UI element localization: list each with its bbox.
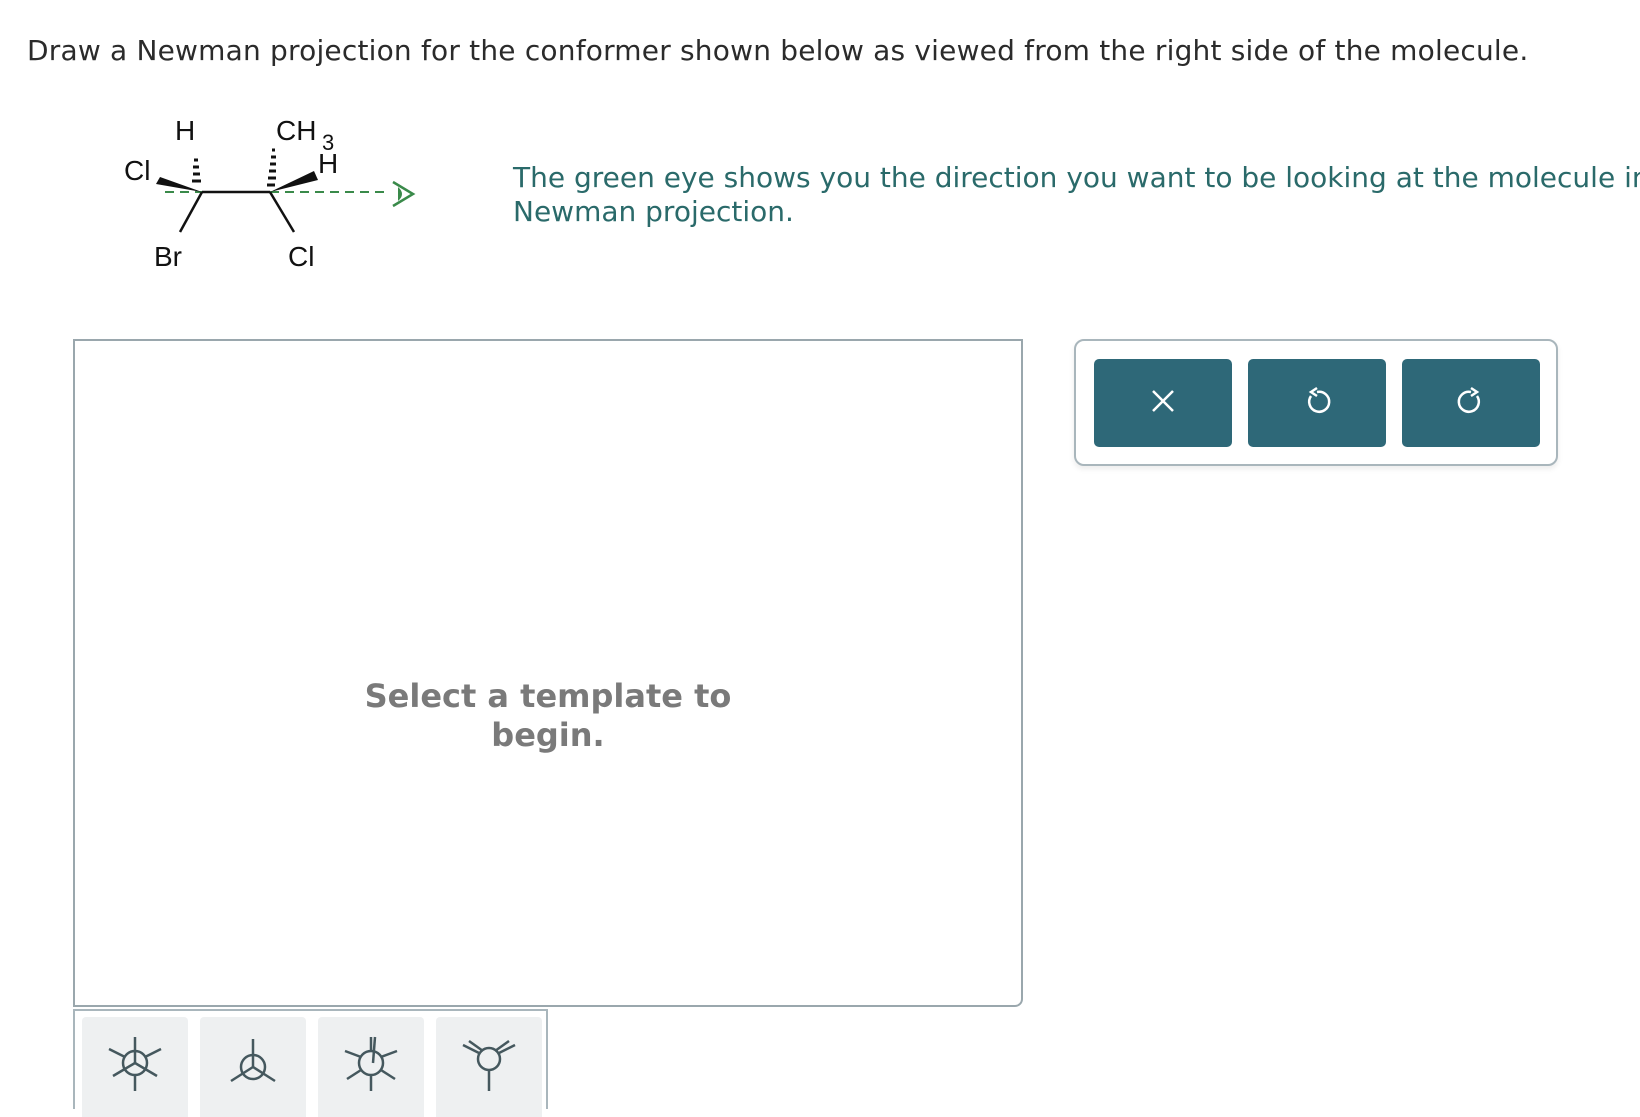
undo-button[interactable] bbox=[1248, 359, 1386, 447]
green-eye-icon bbox=[392, 180, 416, 208]
left-wedge-bond bbox=[156, 177, 202, 192]
right-wedge-bond bbox=[270, 171, 318, 192]
eclipsed-template[interactable] bbox=[318, 1017, 424, 1117]
molecule-structure: H Cl Br CH 3 H Cl bbox=[110, 110, 430, 280]
newman-staggered-icon bbox=[108, 1037, 162, 1091]
newman-eclipsed-alt-icon bbox=[462, 1039, 516, 1091]
label-ch: CH bbox=[276, 115, 316, 146]
eclipsed-alt-template[interactable] bbox=[436, 1017, 542, 1117]
redo-button[interactable] bbox=[1402, 359, 1540, 447]
label-right-cl: Cl bbox=[288, 241, 314, 272]
close-icon bbox=[1148, 386, 1178, 420]
staggered-template[interactable] bbox=[82, 1017, 188, 1117]
label-left-cl: Cl bbox=[124, 155, 150, 186]
undo-icon bbox=[1302, 386, 1332, 420]
drawing-canvas[interactable]: Select a template to begin. bbox=[73, 339, 1023, 1007]
right-hash-bond bbox=[267, 148, 276, 187]
left-hash-bond bbox=[192, 158, 201, 183]
clear-button[interactable] bbox=[1094, 359, 1232, 447]
template-bar bbox=[73, 1009, 548, 1117]
redo-icon bbox=[1456, 386, 1486, 420]
eye-direction-note: The green eye shows you the direction yo… bbox=[513, 161, 1640, 228]
newman-three-bond-icon bbox=[230, 1039, 276, 1083]
question-text: Draw a Newman projection for the conform… bbox=[27, 34, 1529, 67]
left-br-bond bbox=[178, 191, 204, 233]
three-bond-template[interactable] bbox=[200, 1017, 306, 1117]
label-left-h: H bbox=[175, 115, 195, 146]
canvas-placeholder: Select a template to begin. bbox=[364, 677, 732, 754]
label-right-h: H bbox=[318, 148, 338, 179]
right-cl-bond bbox=[268, 191, 296, 233]
canvas-toolbar bbox=[1074, 339, 1558, 466]
newman-eclipsed-icon bbox=[344, 1036, 398, 1091]
label-br: Br bbox=[154, 241, 182, 272]
